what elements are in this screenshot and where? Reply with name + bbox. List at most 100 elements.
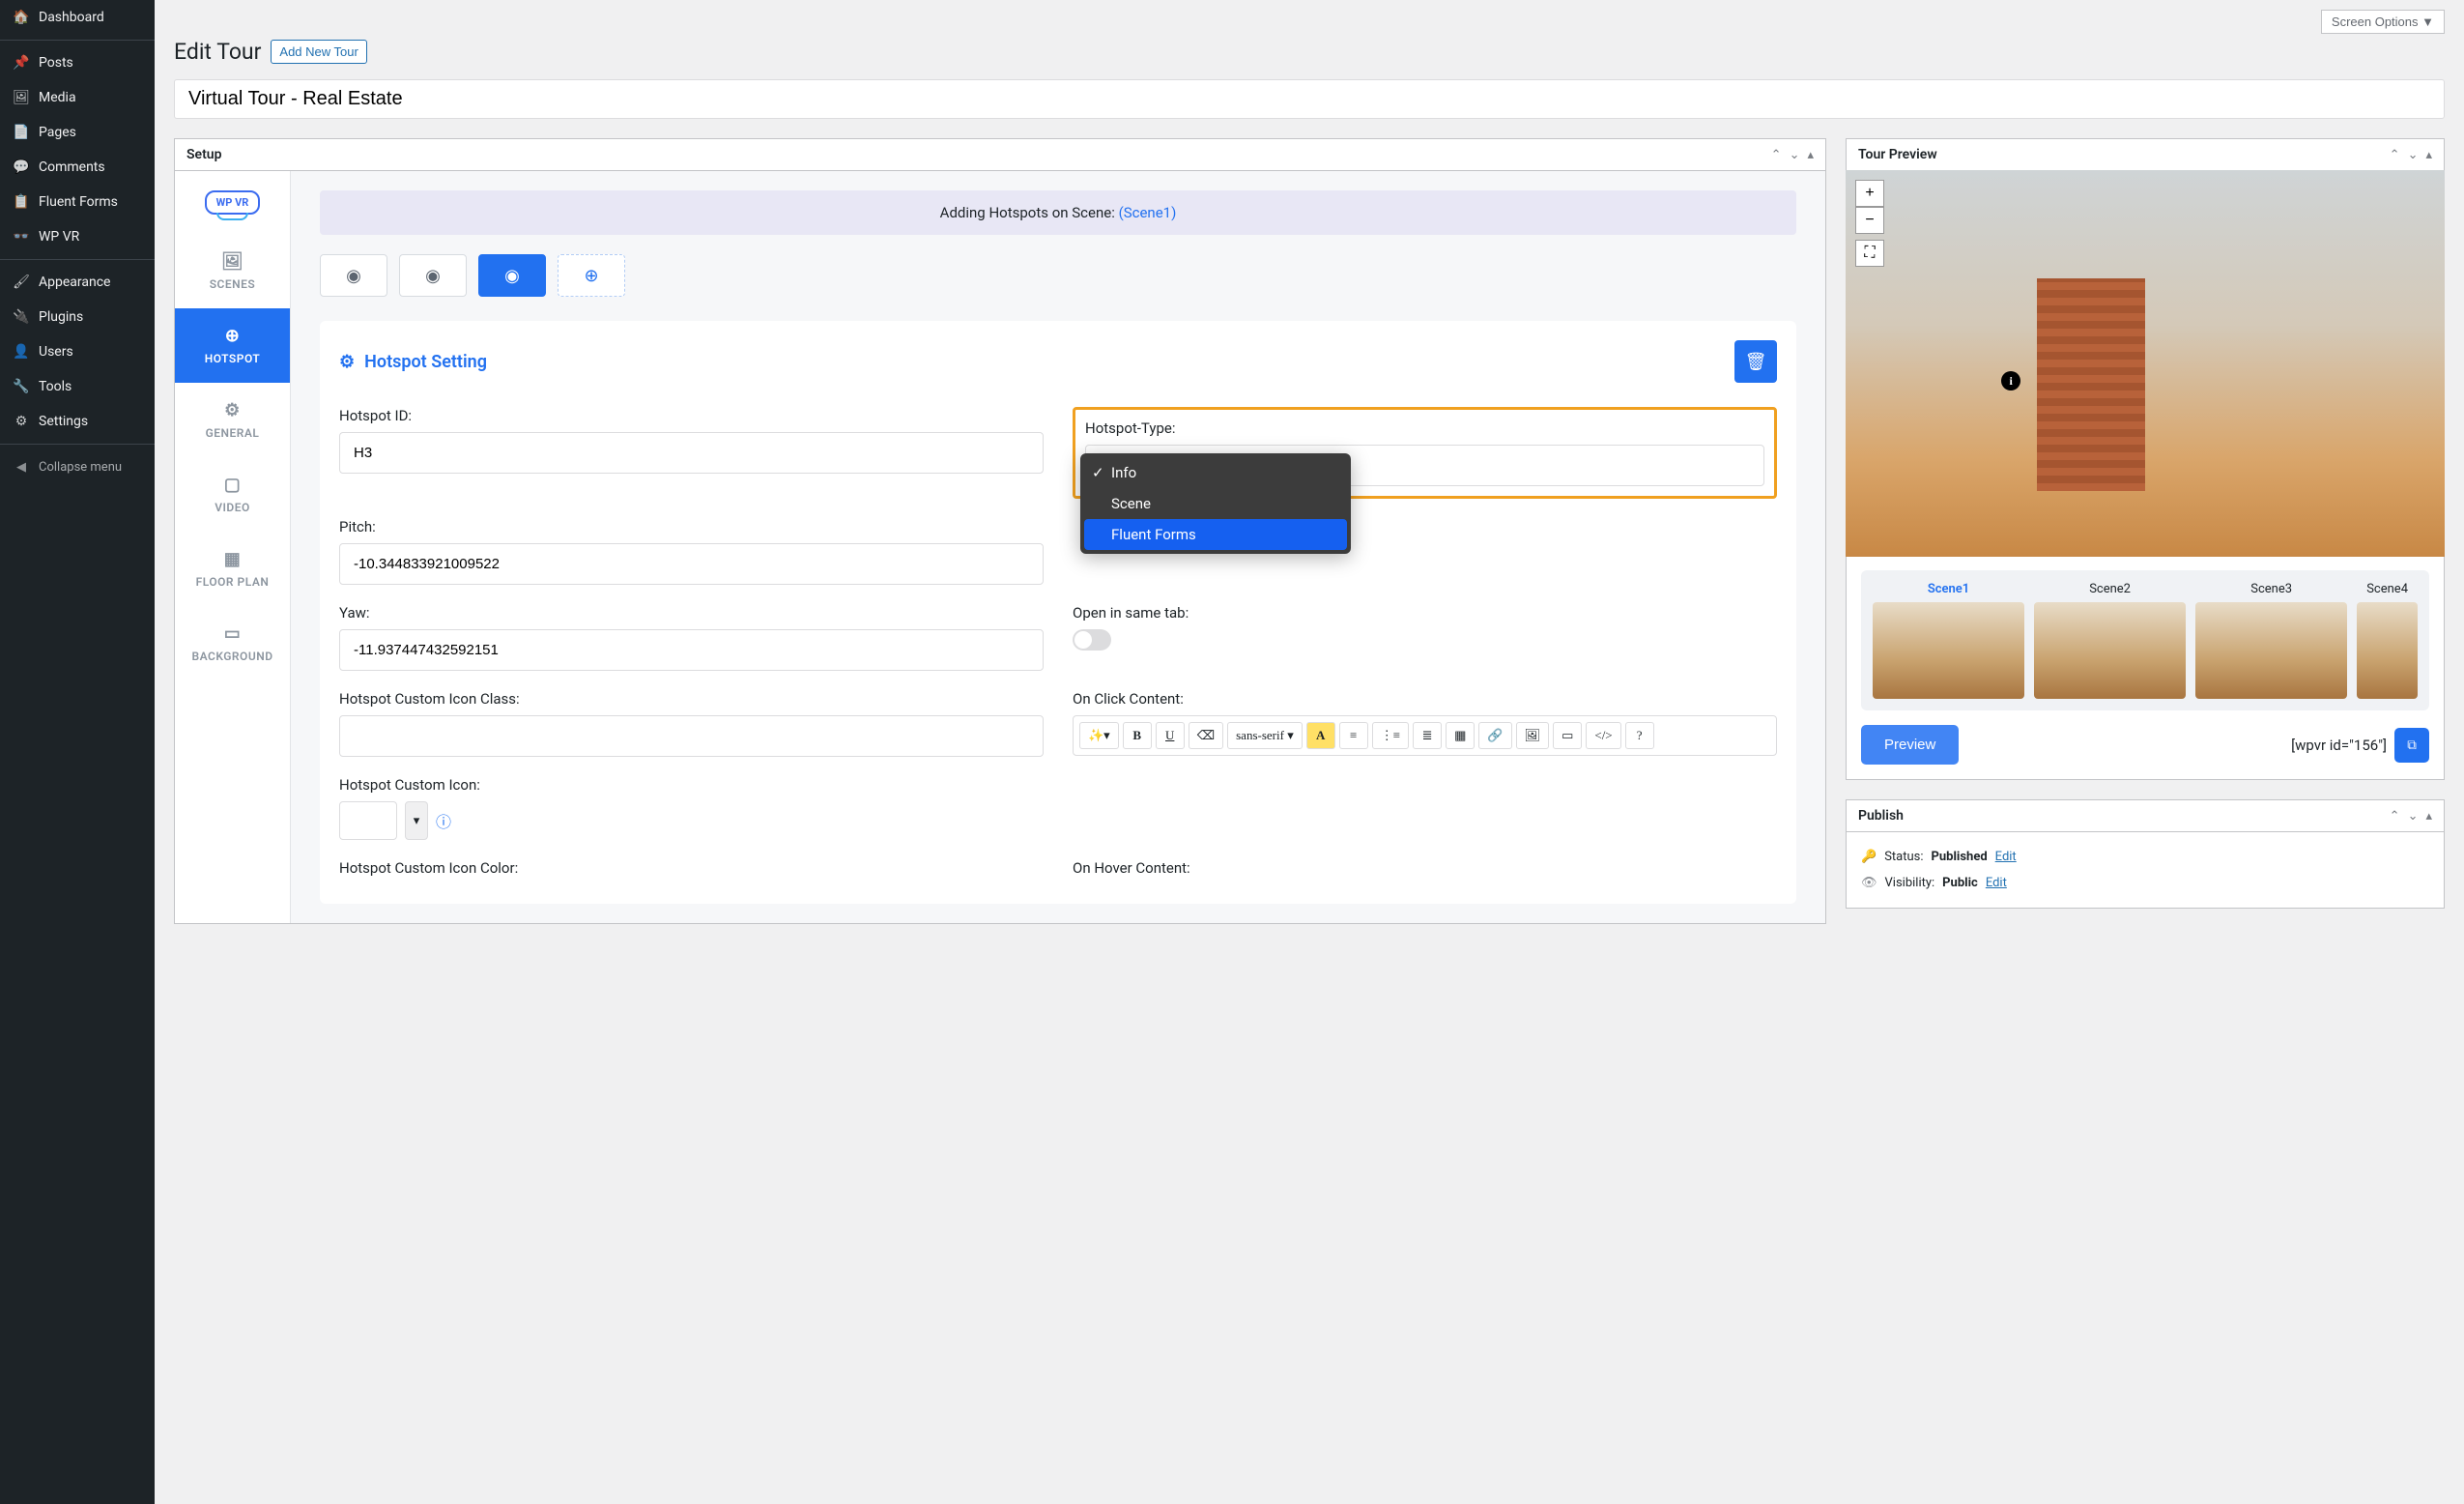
magic-wand-button[interactable]: ✨▾: [1079, 722, 1119, 749]
icon-preview: [339, 801, 397, 840]
adding-hotspot-banner: Adding Hotspots on Scene: (Scene1): [320, 190, 1796, 235]
nav-appearance[interactable]: 🖌Appearance: [0, 259, 155, 300]
nav-fluent-forms[interactable]: 📋Fluent Forms: [0, 185, 155, 219]
nav-posts[interactable]: 📌Posts: [0, 40, 155, 80]
scene-thumb-1[interactable]: Scene1: [1873, 582, 2024, 699]
move-up-icon[interactable]: ⌃: [2390, 148, 2400, 162]
brush-icon: 🖌: [12, 273, 31, 292]
panorama-viewer[interactable]: + − ⛶ i: [1846, 170, 2445, 557]
tab-floor-plan[interactable]: ▦FLOOR PLAN: [175, 532, 290, 606]
custom-class-label: Hotspot Custom Icon Class:: [339, 690, 1044, 708]
copy-shortcode-button[interactable]: ⧉: [2394, 728, 2429, 763]
media-icon: 🖼: [12, 88, 31, 107]
nav-settings[interactable]: ⚙Settings: [0, 404, 155, 439]
nav-tools[interactable]: 🔧Tools: [0, 369, 155, 404]
form-icon: 📋: [12, 192, 31, 212]
erase-button[interactable]: ⌫: [1189, 722, 1223, 749]
scene-link[interactable]: (Scene1): [1119, 204, 1177, 221]
scene-thumb-3[interactable]: Scene3: [2195, 582, 2347, 699]
zoom-out-button[interactable]: −: [1855, 207, 1884, 234]
icon-dropdown[interactable]: ▾: [405, 801, 428, 840]
same-tab-toggle[interactable]: [1073, 629, 1111, 651]
hotspot-tab-2[interactable]: ◉: [399, 254, 467, 297]
hotspot-tab-1[interactable]: ◉: [320, 254, 387, 297]
nav-comments[interactable]: 💬Comments: [0, 150, 155, 185]
key-icon: 🔑: [1861, 850, 1877, 864]
delete-hotspot-button[interactable]: 🗑: [1734, 340, 1777, 383]
image-icon: 🖼: [183, 251, 282, 272]
add-hotspot-button[interactable]: ⊕: [558, 254, 625, 297]
nav-media[interactable]: 🖼Media: [0, 80, 155, 115]
vr-icon: 👓: [12, 227, 31, 246]
user-icon: 👤: [12, 342, 31, 362]
scene-element: [2037, 278, 2145, 491]
scene-thumbnails: Scene1 Scene2 Scene3 Scene4: [1861, 570, 2429, 710]
link-button[interactable]: 🔗: [1478, 722, 1511, 749]
nav-plugins[interactable]: 🔌Plugins: [0, 300, 155, 334]
text-color-button[interactable]: A: [1306, 722, 1335, 749]
publish-postbox: Publish ⌃ ⌄ ▴ 🔑 Status: Published Edit: [1846, 799, 2445, 909]
hotspot-id-input[interactable]: [339, 432, 1044, 474]
tab-scenes[interactable]: 🖼SCENES: [175, 234, 290, 308]
font-select[interactable]: sans-serif ▾: [1227, 722, 1303, 749]
move-up-icon[interactable]: ⌃: [1771, 148, 1782, 162]
tab-hotspot[interactable]: ⊕HOTSPOT: [175, 308, 290, 383]
visibility-row: 👁 Visibility: Public Edit: [1861, 870, 2429, 896]
move-up-icon[interactable]: ⌃: [2390, 809, 2400, 824]
custom-icon-label: Hotspot Custom Icon:: [339, 776, 1044, 794]
hotspot-setting-title: ⚙Hotspot Setting: [339, 352, 487, 372]
underline-button[interactable]: U: [1156, 722, 1185, 749]
toggle-panel-icon[interactable]: ▴: [2425, 148, 2432, 162]
move-down-icon[interactable]: ⌄: [1790, 148, 1800, 162]
dropdown-option-info[interactable]: Info: [1084, 457, 1347, 488]
tab-background[interactable]: ▭BACKGROUND: [175, 606, 290, 680]
scene-thumb-2[interactable]: Scene2: [2034, 582, 2186, 699]
scene-thumb-4[interactable]: Scene4: [2357, 582, 2418, 699]
screen-options-button[interactable]: Screen Options ▼: [2321, 10, 2445, 34]
plugin-icon: 🔌: [12, 307, 31, 327]
table-button[interactable]: ▦: [1446, 722, 1475, 749]
align-button[interactable]: ≣: [1413, 722, 1442, 749]
move-down-icon[interactable]: ⌄: [2408, 809, 2419, 824]
nav-dashboard[interactable]: 🏠Dashboard: [0, 0, 155, 35]
help-button[interactable]: ?: [1625, 722, 1654, 749]
preview-button[interactable]: Preview: [1861, 725, 1959, 765]
page-icon: 📄: [12, 123, 31, 142]
move-down-icon[interactable]: ⌄: [2408, 148, 2419, 162]
toggle-panel-icon[interactable]: ▴: [1807, 148, 1814, 162]
video-button[interactable]: ▭: [1553, 722, 1582, 749]
hotspot-tab-3[interactable]: ◉: [478, 254, 546, 297]
nav-pages[interactable]: 📄Pages: [0, 115, 155, 150]
edit-visibility-link[interactable]: Edit: [1986, 876, 2007, 890]
wrench-icon: 🔧: [12, 377, 31, 396]
wpvr-logo: WP VR: [175, 171, 290, 234]
edit-status-link[interactable]: Edit: [1995, 850, 2017, 864]
target-icon: ⊕: [183, 326, 282, 346]
fullscreen-button[interactable]: ⛶: [1855, 240, 1884, 267]
collapse-icon: ◀: [12, 457, 31, 477]
code-button[interactable]: </>: [1586, 722, 1620, 749]
help-icon[interactable]: ⓘ: [436, 809, 451, 832]
list-ul-button[interactable]: ≡: [1339, 722, 1368, 749]
add-new-tour-button[interactable]: Add New Tour: [271, 40, 366, 64]
hotspot-marker[interactable]: i: [2001, 371, 2020, 390]
list-ol-button[interactable]: ⋮≡: [1372, 722, 1409, 749]
nav-wpvr[interactable]: 👓WP VR: [0, 219, 155, 254]
onclick-label: On Click Content:: [1073, 690, 1777, 708]
bold-button[interactable]: B: [1123, 722, 1152, 749]
nav-users[interactable]: 👤Users: [0, 334, 155, 369]
tour-title-input[interactable]: [174, 79, 2445, 119]
pitch-input[interactable]: [339, 543, 1044, 585]
setup-postbox: Setup ⌃ ⌄ ▴ WP VR 🖼SCENES ⊕HOTSPOT ⚙GENE: [174, 138, 1826, 924]
custom-class-input[interactable]: [339, 715, 1044, 757]
tab-general[interactable]: ⚙GENERAL: [175, 383, 290, 457]
dropdown-option-scene[interactable]: Scene: [1084, 488, 1347, 519]
collapse-menu[interactable]: ◀Collapse menu: [0, 444, 155, 484]
dropdown-option-fluent-forms[interactable]: Fluent Forms: [1084, 519, 1347, 550]
tab-video[interactable]: ▢VIDEO: [175, 457, 290, 532]
toggle-panel-icon[interactable]: ▴: [2425, 809, 2432, 824]
zoom-in-button[interactable]: +: [1855, 180, 1884, 207]
eye-icon: 👁: [1861, 876, 1877, 890]
image-button[interactable]: 🖼: [1516, 722, 1550, 749]
yaw-input[interactable]: [339, 629, 1044, 671]
